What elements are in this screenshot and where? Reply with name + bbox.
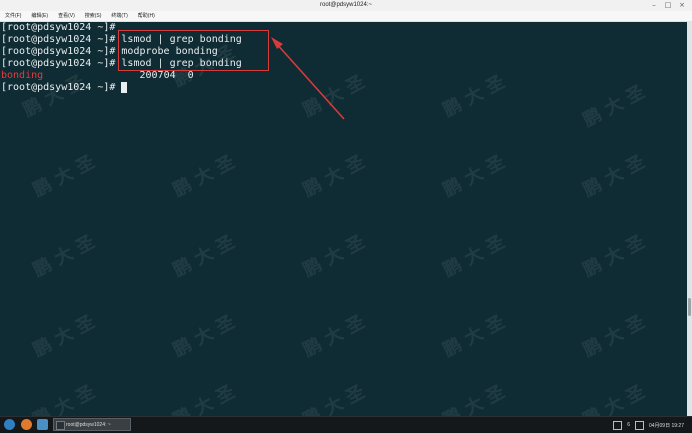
annotation-arrow-icon [271,37,345,120]
window-title: root@pdsyw1024:~ [320,2,372,8]
maximize-icon[interactable]: □ [664,1,672,9]
terminal-area[interactable]: 鹏 大 圣 鹏 大 圣 鹏 大 圣 鹏 大 圣 鹏 大 圣 鹏 大 圣 鹏 大 … [0,22,687,416]
minimize-icon[interactable]: – [650,1,658,9]
menu-terminal[interactable]: 终端(T) [106,11,132,21]
menu-file[interactable]: 文件(F) [0,11,26,21]
taskbar-window-label: root@pdsyw1024: ~ [66,422,111,428]
system-tray: 6 04月09日 19:27 [613,417,684,433]
taskbar-window-terminal[interactable]: root@pdsyw1024: ~ [53,418,131,431]
network-icon[interactable] [634,420,644,430]
menu-view[interactable]: 查看(V) [53,11,80,21]
close-icon[interactable]: × [678,1,686,9]
tray-count: 6 [627,422,630,428]
keyboard-icon[interactable] [613,420,623,430]
menu-help[interactable]: 帮助(H) [133,11,160,21]
browser-icon[interactable] [21,419,32,430]
scrollbar[interactable] [687,22,692,416]
taskbar: root@pdsyw1024: ~ 6 04月09日 19:27 [0,416,692,433]
menu-search[interactable]: 搜索(S) [80,11,107,21]
terminal-icon [56,421,65,430]
menu-edit[interactable]: 编辑(E) [26,11,53,21]
start-menu-icon[interactable] [4,419,15,430]
scrollbar-thumb[interactable] [688,298,691,316]
window-controls: – □ × [650,1,686,9]
file-manager-icon[interactable] [37,419,48,430]
menu-bar: 文件(F) 编辑(E) 查看(V) 搜索(S) 终端(T) 帮助(H) [0,11,692,22]
clock[interactable]: 04月09日 19:27 [649,422,684,429]
